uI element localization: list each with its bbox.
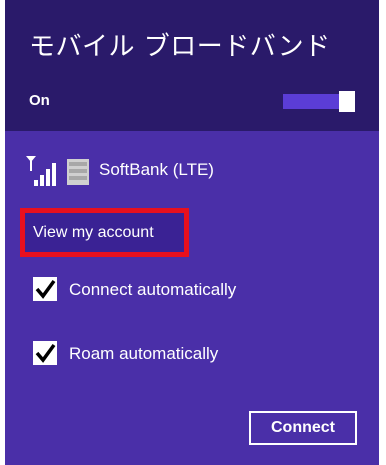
signal-strength-icon <box>26 156 56 186</box>
connect-automatically-label: Connect automatically <box>69 280 237 299</box>
toggle-thumb[interactable] <box>339 91 355 112</box>
view-my-account-label: View my account <box>33 224 154 241</box>
toggle-state-label: On <box>29 92 50 109</box>
panel-header: モバイル ブロードバンド On <box>5 0 379 131</box>
connect-automatically-option[interactable]: Connect automatically <box>33 277 353 303</box>
connect-automatically-checkbox[interactable] <box>33 277 57 301</box>
mobile-broadband-panel: モバイル ブロードバンド On SoftBank (LTE) View my a… <box>5 0 379 465</box>
roam-automatically-label: Roam automatically <box>69 344 219 363</box>
roam-automatically-option[interactable]: Roam automatically <box>33 341 353 367</box>
network-name: SoftBank (LTE) <box>99 160 214 179</box>
network-row[interactable]: SoftBank (LTE) <box>25 154 355 188</box>
panel-title: モバイル ブロードバンド <box>29 32 331 62</box>
sim-card-icon <box>67 159 89 185</box>
roam-automatically-checkbox[interactable] <box>33 341 57 365</box>
toggle-track <box>283 94 339 109</box>
view-my-account-link[interactable]: View my account <box>20 208 189 257</box>
airplane-broadband-toggle[interactable] <box>283 91 355 112</box>
connect-button[interactable]: Connect <box>249 411 357 445</box>
